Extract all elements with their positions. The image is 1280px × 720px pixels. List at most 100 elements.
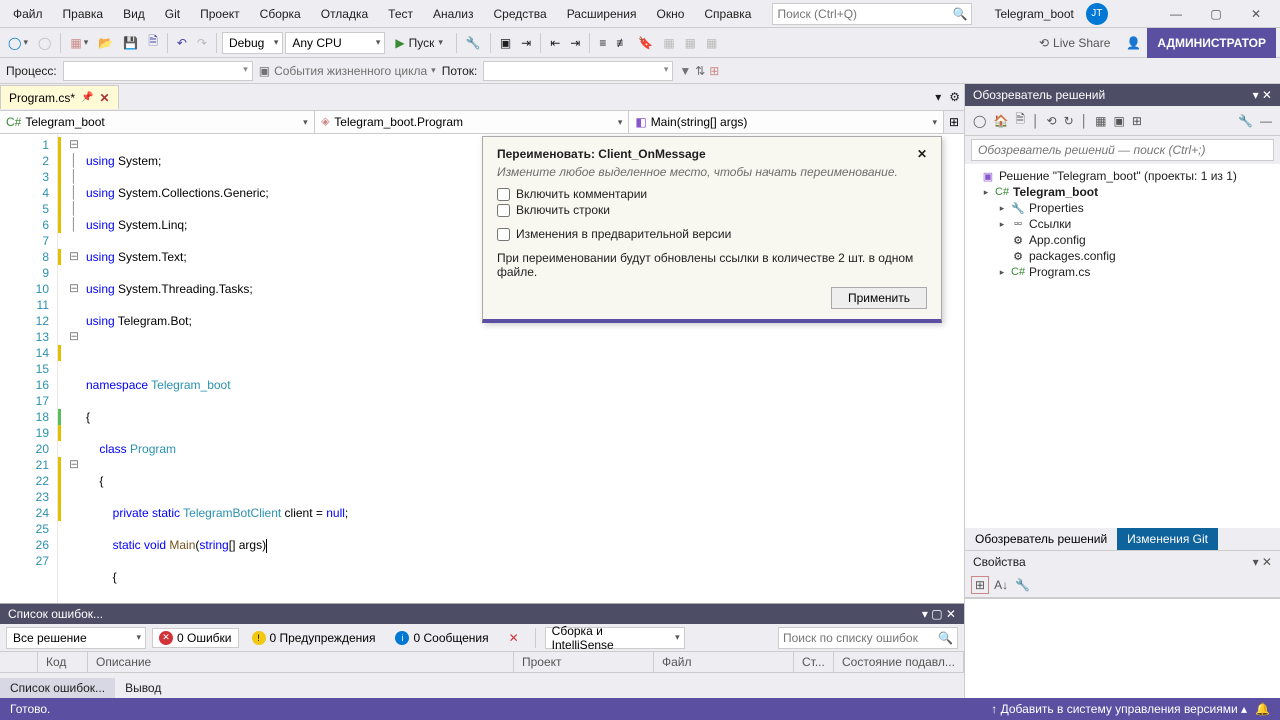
bookmark-icon[interactable]: 🔖 xyxy=(634,31,657,55)
rename-close-icon[interactable]: ✕ xyxy=(917,147,927,161)
err-search-input[interactable] xyxy=(783,631,938,645)
save-button[interactable]: 💾 xyxy=(119,31,142,55)
sln-wrench-icon[interactable]: 🔧 xyxy=(1236,113,1255,129)
tab-sln-explorer[interactable]: Обозреватель решений xyxy=(965,528,1117,550)
menu-view[interactable]: Вид xyxy=(114,4,154,24)
sln-props-icon[interactable]: ⊞ xyxy=(1130,113,1144,129)
nav-fwd-button[interactable]: ◯ xyxy=(34,31,55,55)
sln-appconfig[interactable]: App.config xyxy=(1029,233,1086,247)
fold-column[interactable]: ⊟│││││⊟⊟⊟⊟ xyxy=(66,134,82,676)
rename-chk-preview[interactable]: Изменения в предварительной версии xyxy=(497,227,927,241)
sln-refresh-icon[interactable]: ↻ xyxy=(1062,113,1076,129)
sln-more-icon[interactable]: — xyxy=(1258,113,1274,129)
step-icon[interactable]: ⇥ xyxy=(517,31,535,55)
filter-icon[interactable]: ▼ xyxy=(679,64,691,78)
errlist-header[interactable]: Список ошибок...▾ ▢ ✕ xyxy=(0,604,964,624)
err-source-combo[interactable]: Сборка и IntelliSense xyxy=(545,627,685,649)
sln-save-icon[interactable]: 🗎 xyxy=(1013,109,1027,132)
sln-properties[interactable]: Properties xyxy=(1029,201,1084,215)
minimize-button[interactable]: — xyxy=(1156,3,1196,25)
rename-chk-strings[interactable]: Включить строки xyxy=(497,203,927,217)
tab-errorlist[interactable]: Список ошибок... xyxy=(0,678,115,698)
sln-references[interactable]: Ссылки xyxy=(1029,217,1071,231)
menu-git[interactable]: Git xyxy=(156,4,189,24)
indent-icon[interactable]: ⇥ xyxy=(566,31,584,55)
source-control-button[interactable]: ↑ Добавить в систему управления версиями… xyxy=(991,702,1247,716)
maximize-button[interactable]: ▢ xyxy=(1196,3,1236,25)
run-button[interactable]: ▶Пуск▾ xyxy=(387,34,451,52)
thread-icon[interactable]: ⊞ xyxy=(709,64,719,78)
menu-help[interactable]: Справка xyxy=(695,4,760,24)
redo-button[interactable]: ↷ xyxy=(193,31,211,55)
search-input[interactable] xyxy=(777,7,952,21)
box-icon[interactable]: ▣ xyxy=(496,31,515,55)
nav-member[interactable]: ◧Main(string[] args) xyxy=(629,111,944,133)
err-messages-filter[interactable]: i0 Сообщения xyxy=(388,628,495,648)
err-warnings-filter[interactable]: !0 Предупреждения xyxy=(245,628,383,648)
sln-sync-icon[interactable]: ⟲ xyxy=(1045,113,1059,129)
sln-root[interactable]: Решение "Telegram_boot" (проекты: 1 из 1… xyxy=(999,169,1237,183)
menu-build[interactable]: Сборка xyxy=(251,4,310,24)
rename-apply-button[interactable]: Применить xyxy=(831,287,927,309)
notifications-icon[interactable]: 🔔 xyxy=(1255,702,1270,716)
thread-combo[interactable] xyxy=(483,61,673,81)
outdent-icon[interactable]: ⇤ xyxy=(546,31,564,55)
lifecycle-events[interactable]: ▣События жизненного цикла▾ xyxy=(259,64,436,78)
code-editor[interactable]: 1234567891011121314151617181920212223242… xyxy=(0,134,964,676)
props-grid[interactable] xyxy=(965,598,1280,698)
props-sort-icon[interactable]: A↓ xyxy=(992,577,1010,593)
tab-dropdown-icon[interactable]: ▾ xyxy=(931,85,945,109)
props-wrench-icon[interactable]: 🔧 xyxy=(1013,577,1032,593)
nav-back-button[interactable]: ◯ xyxy=(4,31,32,55)
file-tab[interactable]: Program.cs* 📌 ✕ xyxy=(0,85,119,109)
menu-project[interactable]: Проект xyxy=(191,4,249,24)
col-project[interactable]: Проект xyxy=(514,652,654,672)
tab-git-changes[interactable]: Изменения Git xyxy=(1117,528,1218,550)
process-combo[interactable] xyxy=(63,61,253,81)
err-errors-filter[interactable]: ✕0 Ошибки xyxy=(152,628,239,648)
menu-window[interactable]: Окно xyxy=(647,4,693,24)
menu-test[interactable]: Тест xyxy=(379,4,422,24)
tool-icon[interactable]: 🔧 xyxy=(462,31,485,55)
platform-combo[interactable]: Any CPU xyxy=(285,32,385,54)
col-desc[interactable]: Описание xyxy=(88,652,514,672)
menu-tools[interactable]: Средства xyxy=(485,4,556,24)
sln-collapse-icon[interactable]: ▣ xyxy=(1112,113,1127,129)
sln-search-input[interactable] xyxy=(971,139,1274,161)
nav-project[interactable]: C#Telegram_boot xyxy=(0,111,315,133)
props-header[interactable]: Свойства▾ ✕ xyxy=(965,550,1280,573)
pin-icon[interactable]: 📌 xyxy=(81,92,93,103)
tb-icon1[interactable]: ▦ xyxy=(659,31,678,55)
menu-extensions[interactable]: Расширения xyxy=(558,4,646,24)
comment-icon[interactable]: ≡ xyxy=(595,31,610,55)
tab-gear-icon[interactable]: ⚙ xyxy=(945,85,964,109)
new-item-button[interactable]: ▦ xyxy=(66,31,92,55)
tab-output[interactable]: Вывод xyxy=(115,678,171,698)
undo-button[interactable]: ↶ xyxy=(173,31,191,55)
tb-icon3[interactable]: ▦ xyxy=(702,31,721,55)
menu-file[interactable]: Файл xyxy=(4,4,52,24)
rename-chk-comments[interactable]: Включить комментарии xyxy=(497,187,927,201)
user-avatar[interactable]: JT xyxy=(1086,3,1108,25)
col-code[interactable]: Код xyxy=(38,652,88,672)
close-tab-icon[interactable]: ✕ xyxy=(99,91,109,105)
col-line[interactable]: Ст... xyxy=(794,652,834,672)
global-search[interactable]: 🔍 xyxy=(772,3,972,25)
sln-programcs[interactable]: Program.cs xyxy=(1029,265,1090,279)
menu-debug[interactable]: Отладка xyxy=(312,4,377,24)
save-all-button[interactable]: 🗎 xyxy=(144,31,162,55)
err-scope-combo[interactable]: Все решение xyxy=(6,627,146,649)
close-button[interactable]: ✕ xyxy=(1236,3,1276,25)
config-combo[interactable]: Debug xyxy=(222,32,283,54)
split-icon[interactable]: ⊞ xyxy=(944,111,964,133)
col-suppress[interactable]: Состояние подавл... xyxy=(834,652,964,672)
sln-project[interactable]: Telegram_boot xyxy=(1013,185,1098,199)
nav-class[interactable]: 🞛Telegram_boot.Program xyxy=(315,111,630,133)
menu-edit[interactable]: Правка xyxy=(54,4,113,24)
sln-pkgconfig[interactable]: packages.config xyxy=(1029,249,1116,263)
tb-icon2[interactable]: ▦ xyxy=(681,31,700,55)
solution-tree[interactable]: ▣Решение "Telegram_boot" (проекты: 1 из … xyxy=(965,164,1280,528)
liveshare-button[interactable]: ⟲Live Share xyxy=(1039,36,1110,50)
open-button[interactable]: 📂 xyxy=(94,31,117,55)
sln-home-icon[interactable]: 🏠 xyxy=(991,113,1010,129)
